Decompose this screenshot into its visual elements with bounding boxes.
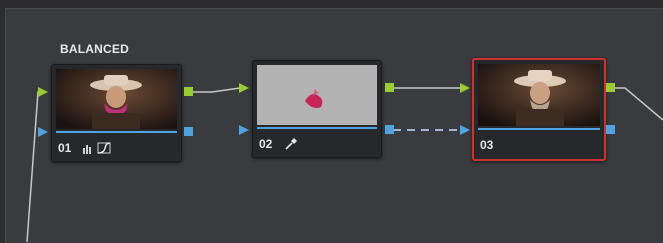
node-02-alpha-bar — [257, 127, 377, 129]
node-03[interactable]: 03 — [472, 58, 606, 161]
node-02-alpha-output[interactable] — [385, 125, 394, 134]
node-01-rgb-output[interactable] — [184, 87, 193, 96]
node-01-alpha-output[interactable] — [184, 127, 193, 136]
eyedropper-icon — [285, 138, 297, 150]
node-03-thumbnail — [478, 64, 600, 126]
node-group-label: BALANCED — [60, 42, 129, 56]
rgb-input-port[interactable] — [37, 86, 49, 98]
node-02-alpha-input[interactable] — [238, 124, 250, 136]
node-02-thumbnail — [257, 65, 377, 125]
curves-icon — [97, 142, 111, 154]
alpha-input-port[interactable] — [37, 126, 49, 138]
node-02[interactable]: 02 — [252, 60, 382, 158]
node-01[interactable]: 01 — [51, 64, 182, 162]
node-02-rgb-output[interactable] — [385, 83, 394, 92]
node-03-rgb-output[interactable] — [606, 83, 615, 92]
node-03-rgb-input[interactable] — [459, 82, 471, 94]
output-wire — [614, 87, 663, 121]
rgb-wire-01-02 — [192, 87, 241, 93]
node-03-alpha-output[interactable] — [606, 125, 615, 134]
node-01-thumbnail — [56, 69, 177, 129]
node-03-label: 03 — [480, 138, 494, 152]
input-wire — [26, 91, 44, 242]
node-03-alpha-bar — [478, 128, 600, 130]
node-02-rgb-input[interactable] — [238, 82, 250, 94]
node-01-label: 01 — [58, 141, 72, 155]
node-01-alpha-bar — [56, 131, 177, 133]
node-02-label: 02 — [259, 137, 273, 151]
histogram-icon — [83, 145, 91, 154]
node-03-alpha-input[interactable] — [459, 124, 471, 136]
